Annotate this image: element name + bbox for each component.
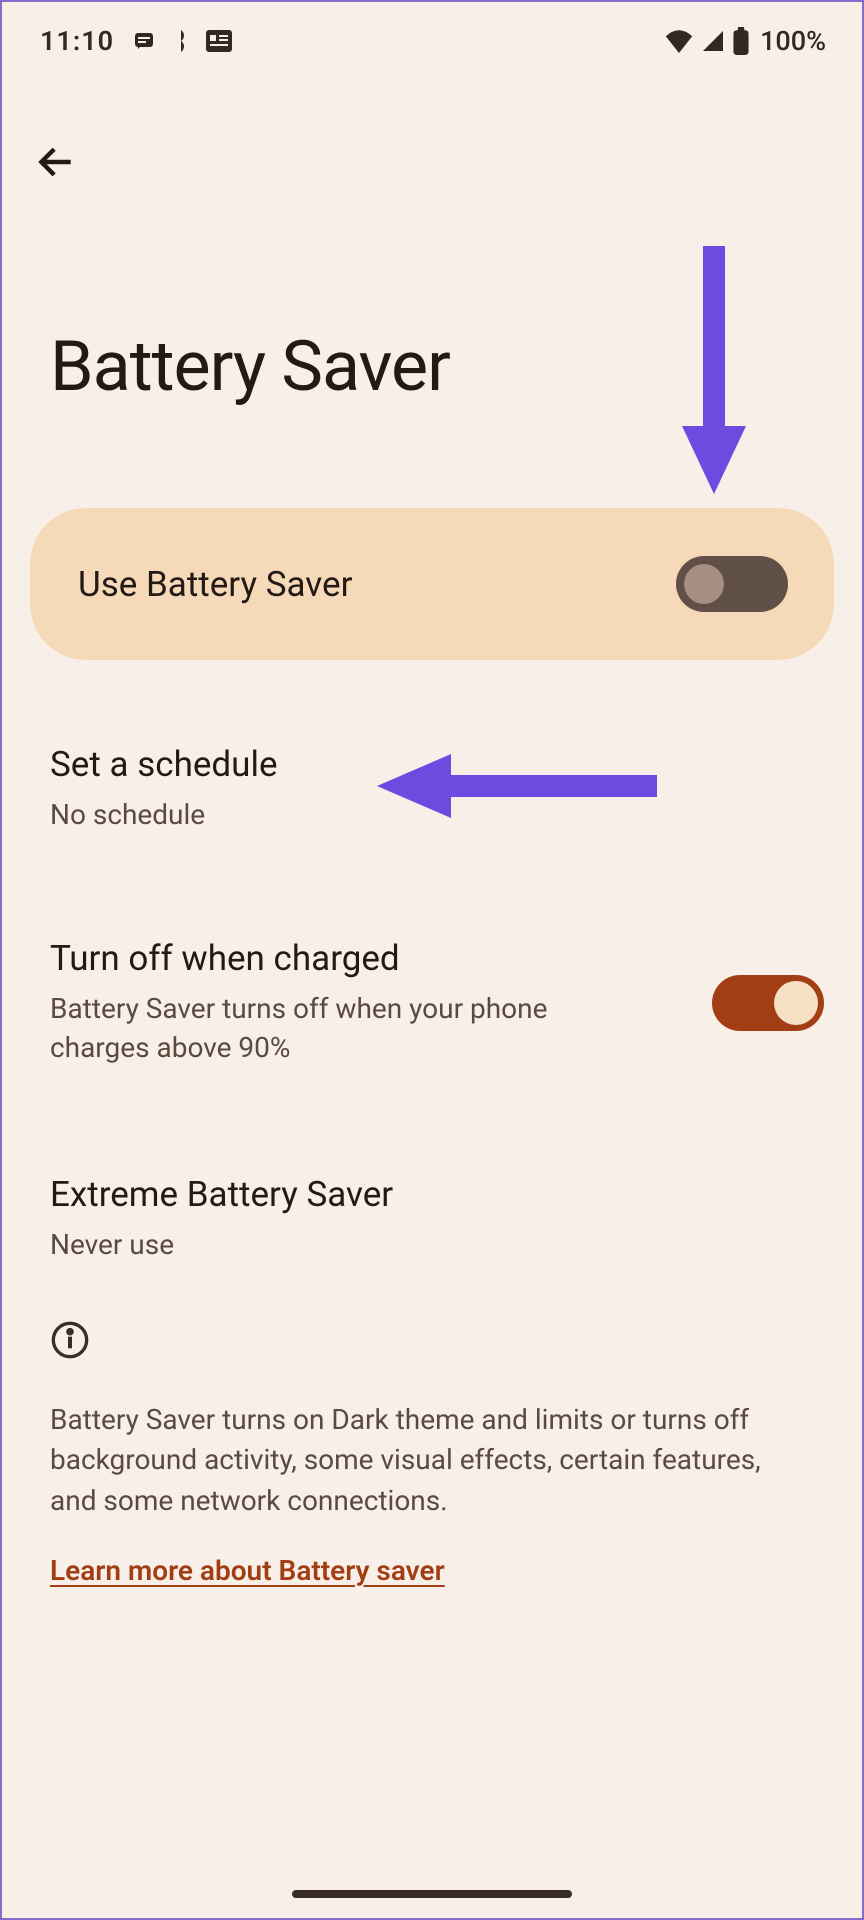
turn-off-charged-text: Turn off when charged Battery Saver turn… <box>50 938 630 1067</box>
turn-off-charged-subtitle: Battery Saver turns off when your phone … <box>50 989 630 1067</box>
battery-icon <box>732 27 750 55</box>
photos-icon <box>168 28 194 54</box>
navigation-area <box>2 72 862 188</box>
page-title: Battery Saver <box>2 188 862 408</box>
gesture-handle[interactable] <box>292 1890 572 1898</box>
signal-icon <box>700 29 726 53</box>
extreme-subtitle: Never use <box>50 1225 814 1264</box>
status-bar-left: 11:10 <box>40 25 232 57</box>
battery-percentage: 100% <box>760 25 826 57</box>
info-description: Battery Saver turns on Dark theme and li… <box>50 1400 814 1522</box>
turn-off-charged-toggle[interactable] <box>712 975 824 1031</box>
learn-more-link[interactable]: Learn more about Battery saver <box>50 1554 814 1587</box>
status-bar-right: 100% <box>664 25 826 57</box>
news-icon <box>206 30 232 52</box>
status-bar: 11:10 100% <box>2 2 862 72</box>
set-schedule-title: Set a schedule <box>50 744 814 785</box>
messages-icon <box>132 29 156 53</box>
back-button[interactable] <box>34 140 862 188</box>
info-icon <box>50 1320 814 1364</box>
extreme-title: Extreme Battery Saver <box>50 1174 814 1215</box>
use-battery-saver-toggle[interactable] <box>676 556 788 612</box>
set-schedule-subtitle: No schedule <box>50 795 814 834</box>
status-time: 11:10 <box>40 25 114 57</box>
wifi-icon <box>664 29 694 53</box>
set-schedule-row[interactable]: Set a schedule No schedule <box>2 702 862 834</box>
extreme-battery-saver-row[interactable]: Extreme Battery Saver Never use <box>2 1132 862 1264</box>
use-battery-saver-row[interactable]: Use Battery Saver <box>30 508 834 660</box>
turn-off-charged-title: Turn off when charged <box>50 938 630 979</box>
notification-icons <box>132 28 232 54</box>
turn-off-charged-row[interactable]: Turn off when charged Battery Saver turn… <box>2 896 862 1067</box>
use-battery-saver-label: Use Battery Saver <box>78 564 352 605</box>
info-section: Battery Saver turns on Dark theme and li… <box>2 1264 862 1587</box>
